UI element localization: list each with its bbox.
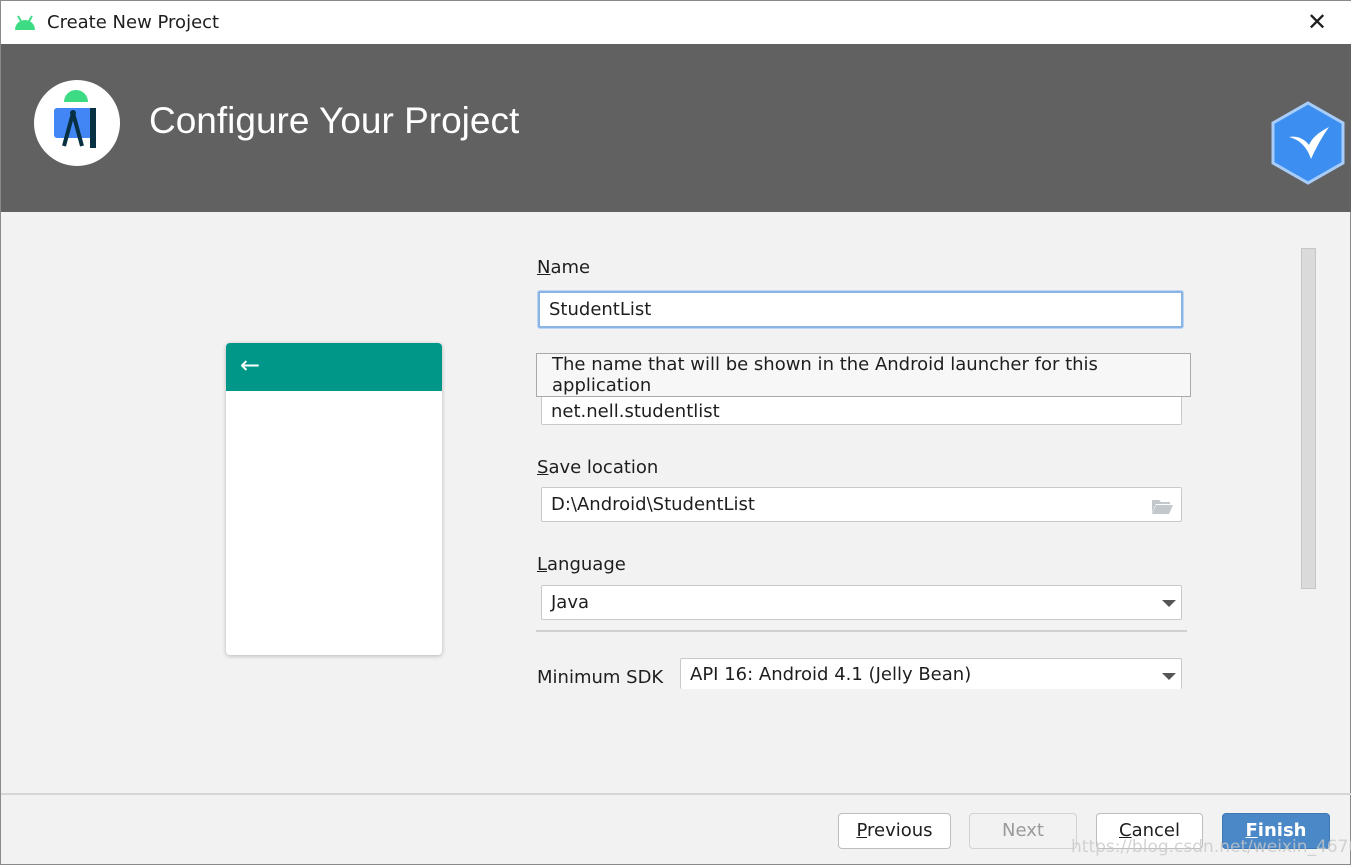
bird-hexagon-icon <box>1271 101 1345 185</box>
previous-button[interactable]: Previous <box>838 813 951 849</box>
name-value: StudentList <box>549 299 652 320</box>
min-sdk-value: API 16: Android 4.1 (Jelly Bean) <box>690 663 972 685</box>
scrollbar[interactable] <box>1301 248 1316 589</box>
android-icon <box>15 15 35 30</box>
chevron-down-icon <box>1162 600 1176 607</box>
language-select[interactable]: Java <box>541 585 1182 620</box>
close-icon[interactable]: ✕ <box>1304 9 1330 35</box>
name-label: Name <box>537 257 591 278</box>
window-title: Create New Project <box>47 12 220 33</box>
folder-open-icon[interactable] <box>1151 498 1173 514</box>
min-sdk-select[interactable]: API 16: Android 4.1 (Jelly Bean) <box>680 658 1182 689</box>
language-value: Java <box>551 592 590 613</box>
save-location-value: D:\Android\StudentList <box>551 494 755 515</box>
save-location-label: Save location <box>537 457 659 478</box>
page-title: Configure Your Project <box>149 100 520 141</box>
divider <box>536 630 1187 632</box>
next-button[interactable]: Next <box>969 813 1077 849</box>
android-studio-logo <box>34 80 120 166</box>
name-input[interactable]: StudentList <box>538 291 1183 328</box>
footer-divider <box>1 793 1351 795</box>
watermark: https://blog.csdn.net/weixin_46705517 <box>1071 837 1351 857</box>
package-value: net.nell.studentlist <box>551 400 720 422</box>
arrow-left-icon: ← <box>226 343 442 391</box>
language-label: Language <box>537 554 626 575</box>
activity-preview: ← <box>226 343 442 655</box>
tooltip: The name that will be shown in the Andro… <box>536 353 1191 397</box>
title-bar: Create New Project ✕ <box>1 1 1351 44</box>
chevron-down-icon <box>1162 673 1176 680</box>
min-sdk-label: Minimum SDK <box>537 667 664 688</box>
save-location-input[interactable]: D:\Android\StudentList <box>541 487 1182 522</box>
